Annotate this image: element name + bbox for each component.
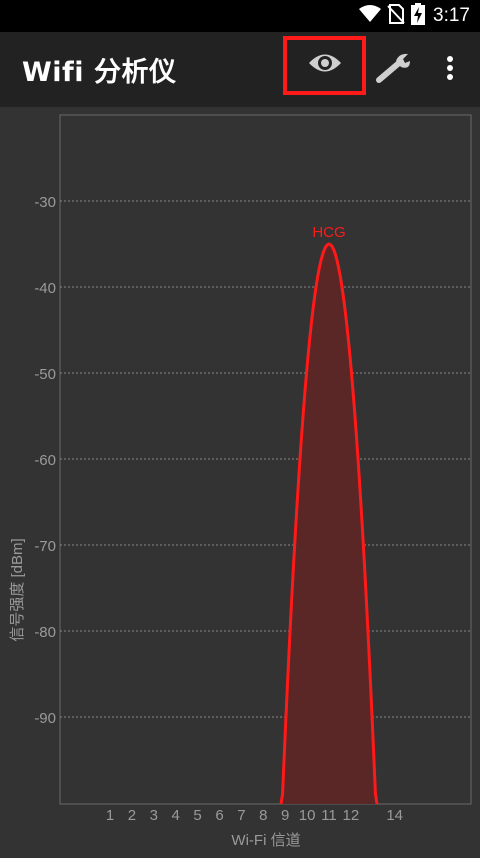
y-tick-label: -70 xyxy=(34,538,56,555)
y-tick-label: -90 xyxy=(34,710,56,727)
channel-graph[interactable]: -30 -40 -50 -60 -70 -80 -90 1 2 3 4 5 6 7 8 9 10 11 12 14 … xyxy=(0,107,480,853)
y-axis-label: 信号强度 [dBm] xyxy=(9,538,26,641)
x-axis-label: Wi-Fi 信道 xyxy=(231,832,300,849)
channel-graph-svg: -30-40-50-60-70-80-90 1 2 3 4 5 6 7 8 9 10 11 12 14 … xyxy=(9,114,472,849)
x-tick-label: 5 xyxy=(193,807,201,824)
y-tick-label: -60 xyxy=(34,452,56,469)
network-label-hcg: HCG xyxy=(312,224,345,241)
wifi-icon xyxy=(359,4,382,28)
x-tick-label: 4 xyxy=(172,807,180,824)
settings-button[interactable] xyxy=(374,50,416,90)
x-tick-label: 2 xyxy=(128,807,136,824)
x-tick-label: 12 xyxy=(343,807,360,824)
no-sim-icon xyxy=(387,3,405,29)
more-vert-icon xyxy=(446,55,454,86)
x-tick-label: 14 xyxy=(386,807,403,824)
y-tick-label: -40 xyxy=(34,280,56,297)
x-tick-label: 7 xyxy=(237,807,245,824)
y-tick-label: -80 xyxy=(34,624,56,641)
app-title: Wifi 分析仪 xyxy=(22,57,177,88)
y-tick-label: -50 xyxy=(34,366,56,383)
x-tick-label: 8 xyxy=(259,807,267,824)
app-bar: Wifi 分析仪 xyxy=(0,32,480,107)
eye-icon xyxy=(308,52,342,79)
wrench-icon xyxy=(375,52,415,89)
more-options-button[interactable] xyxy=(436,50,464,90)
status-bar: 3:17 xyxy=(0,0,480,32)
eye-view-button[interactable] xyxy=(283,36,366,95)
x-tick-label: 3 xyxy=(150,807,158,824)
x-tick-label: 10 xyxy=(299,807,316,824)
y-tick-label: -30 xyxy=(34,194,56,211)
status-icons: 3:17 xyxy=(359,0,470,32)
x-tick-label: 1 xyxy=(106,807,114,824)
x-tick-label: 9 xyxy=(281,807,289,824)
battery-charging-icon xyxy=(411,2,426,30)
x-tick-label: 6 xyxy=(215,807,223,824)
status-time: 3:17 xyxy=(433,5,470,26)
x-tick-label: 11 xyxy=(321,807,337,824)
